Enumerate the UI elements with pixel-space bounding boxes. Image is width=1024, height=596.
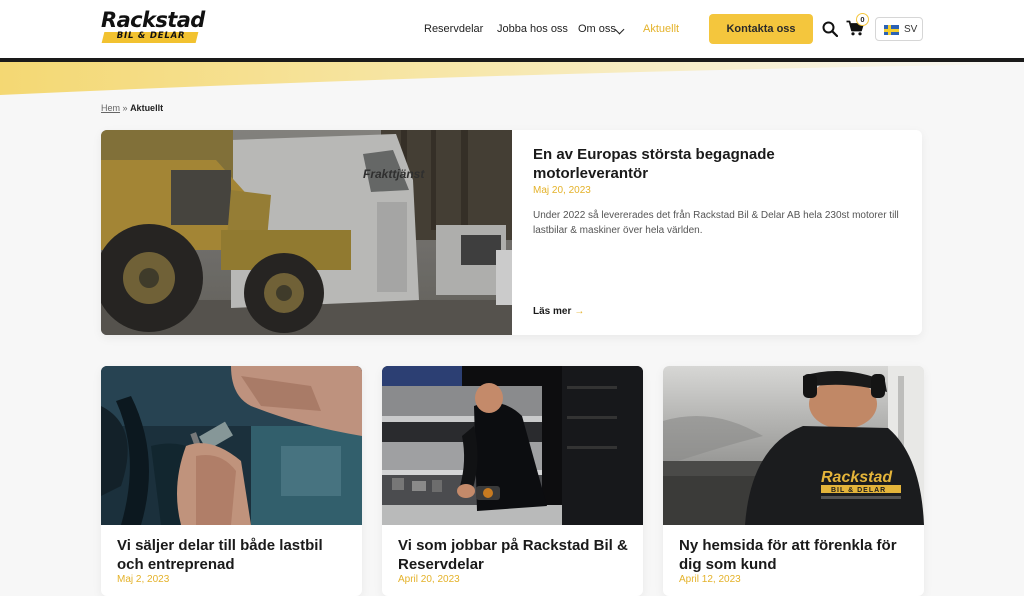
featured-article-excerpt: Under 2022 så levererades det från Racks… — [533, 210, 899, 236]
contact-button-label: Kontakta oss — [726, 23, 796, 35]
article-card-title[interactable]: Ny hemsida för att förenkla för dig som … — [679, 536, 914, 574]
nav-jobba-hos-oss[interactable]: Jobba hos oss — [497, 23, 568, 35]
article-card-date: Maj 2, 2023 — [117, 574, 170, 585]
featured-article-image[interactable]: Frakttjänst — [101, 130, 512, 335]
article-card[interactable]: Vi säljer delar till både lastbil och en… — [101, 366, 362, 596]
featured-article-card[interactable]: Frakttjänst En av Europas största begagn… — [101, 130, 922, 335]
nav-aktuellt[interactable]: Aktuellt — [643, 23, 679, 35]
read-more-label: Läs mer — [533, 306, 572, 317]
article-card[interactable]: Vi som jobbar på Rackstad Bil & Reservde… — [382, 366, 643, 596]
article-card-date: April 20, 2023 — [398, 574, 460, 585]
nav-reservdelar[interactable]: Reservdelar — [424, 23, 483, 35]
logo-tagline: BIL & DELAR — [116, 31, 186, 41]
logo-wordmark: Rackstad — [101, 8, 205, 32]
site-header: Rackstad BIL & DELAR Reservdelar Jobba h… — [0, 0, 1024, 58]
logo[interactable]: Rackstad BIL & DELAR — [101, 8, 205, 43]
flag-se-icon — [884, 25, 899, 35]
contact-button[interactable]: Kontakta oss — [709, 14, 813, 44]
article-card-title[interactable]: Vi säljer delar till både lastbil och en… — [117, 536, 352, 574]
search-icon[interactable] — [822, 21, 838, 37]
article-card-image[interactable]: Rackstad BIL & DELAR — [663, 366, 924, 525]
article-card-image[interactable] — [382, 366, 643, 525]
article-card[interactable]: Rackstad BIL & DELAR Ny hemsida för att … — [663, 366, 924, 596]
article-card-title[interactable]: Vi som jobbar på Rackstad Bil & Reservde… — [398, 536, 633, 574]
jacket-brand-text: Rackstad — [821, 469, 893, 486]
breadcrumb: Hem » Aktuellt — [101, 103, 163, 113]
arrow-right-icon: → — [574, 306, 585, 317]
article-card-image[interactable] — [101, 366, 362, 525]
featured-article-title[interactable]: En av Europas största begagnade motorlev… — [533, 145, 893, 183]
cart-count-badge: 0 — [856, 13, 869, 26]
header-swoosh — [0, 62, 1024, 95]
chevron-down-icon[interactable] — [614, 24, 625, 35]
article-card-date: April 12, 2023 — [679, 574, 741, 585]
breadcrumb-separator: » — [122, 103, 128, 113]
breadcrumb-current: Aktuellt — [130, 103, 164, 113]
breadcrumb-home-link[interactable]: Hem — [101, 103, 120, 113]
jacket-tagline-text: BIL & DELAR — [831, 487, 886, 494]
language-selector[interactable]: SV — [875, 17, 923, 41]
nav-om-oss[interactable]: Om oss — [578, 23, 616, 35]
read-more-link[interactable]: Läs mer → — [533, 306, 584, 317]
language-code: SV — [904, 24, 918, 35]
featured-article-date: Maj 20, 2023 — [533, 185, 591, 196]
